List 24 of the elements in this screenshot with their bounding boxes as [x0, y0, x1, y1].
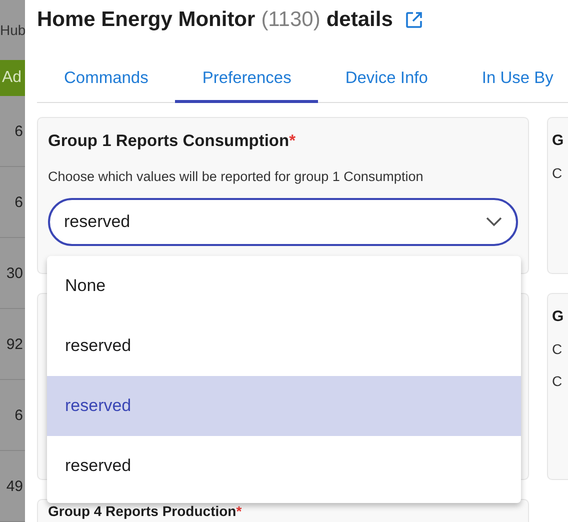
tab[interactable]: Device Info: [318, 57, 455, 103]
device-id: (1130): [261, 8, 320, 32]
select-field[interactable]: reserved: [48, 198, 518, 246]
chevron-down-icon: [486, 217, 502, 227]
card-description: C: [552, 373, 564, 389]
card-title: G: [552, 132, 565, 149]
tab[interactable]: Preferences: [175, 57, 318, 103]
dialog-title: Home Energy Monitor: [37, 8, 256, 32]
card-description: Choose which values will be reported for group 1 Consumption: [48, 169, 424, 184]
card-description: C: [552, 341, 564, 357]
card-title: G: [552, 308, 565, 325]
header-text: Hub: [0, 21, 25, 40]
card-title: Group 1 Reports Consumption*: [48, 132, 297, 151]
dropdown-option[interactable]: reserved: [47, 316, 521, 376]
tab[interactable]: In Use By: [454, 57, 568, 103]
title-suffix: details: [326, 8, 393, 32]
tab[interactable]: Commands: [37, 57, 176, 103]
add-button[interactable]: Ad: [0, 60, 25, 96]
card-description: C: [552, 165, 564, 181]
external-link-icon[interactable]: [404, 11, 423, 29]
dropdown-option[interactable]: reserved: [47, 436, 521, 496]
card-title: Group 4 Reports Production*: [48, 504, 243, 519]
dropdown-option[interactable]: None: [47, 256, 521, 316]
dropdown-option[interactable]: reserved: [47, 376, 521, 436]
